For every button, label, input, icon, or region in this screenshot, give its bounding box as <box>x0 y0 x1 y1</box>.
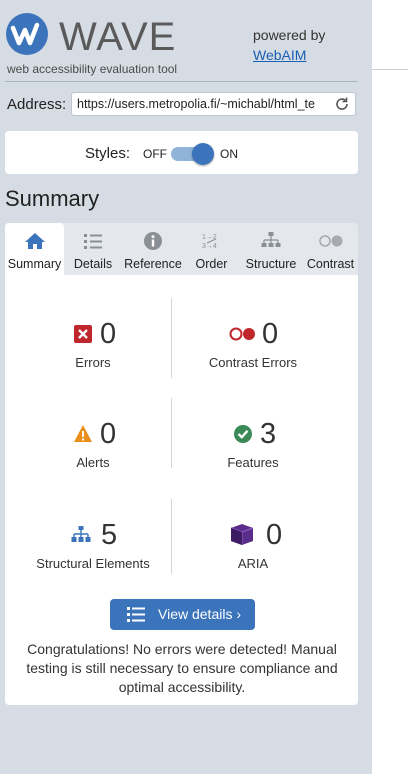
stat-divider <box>171 298 172 378</box>
powered-by-text: powered by <box>253 27 326 43</box>
list-icon <box>84 234 102 249</box>
address-url[interactable]: https://users.metropolia.fi/~michabl/htm… <box>77 97 329 111</box>
view-details-button[interactable]: View details › <box>110 599 255 630</box>
tab-order-label: Order <box>195 257 228 271</box>
features-count: 3 <box>260 418 277 450</box>
info-icon <box>144 232 162 250</box>
svg-text:3→4: 3→4 <box>202 243 217 250</box>
alerts-count: 0 <box>100 418 117 450</box>
styles-toggle-knob[interactable] <box>192 143 214 165</box>
congrats-message: Congratulations! No errors were detected… <box>26 641 338 695</box>
contrast-icon <box>318 235 342 247</box>
structure-icon <box>261 232 281 247</box>
page-divider <box>372 69 408 70</box>
feature-check-icon <box>234 425 252 443</box>
structural-count: 5 <box>101 519 118 551</box>
tab-contrast[interactable]: Contrast <box>303 223 358 275</box>
alert-icon <box>74 425 92 442</box>
tab-contrast-label: Contrast <box>306 257 355 271</box>
stat-divider <box>171 398 172 468</box>
list-icon <box>127 607 145 622</box>
header-divider <box>5 81 358 82</box>
summary-heading: Summary <box>5 186 100 211</box>
webaim-link[interactable]: WebAIM <box>253 47 306 63</box>
address-input[interactable]: https://users.metropolia.fi/~michabl/htm… <box>71 92 356 116</box>
contrast-errors-count: 0 <box>262 318 279 350</box>
tab-bar: Summary Details Reference 1→2 3→4 Order <box>5 223 358 275</box>
styles-label: Styles: <box>85 145 131 162</box>
tab-details-label: Details <box>73 257 113 271</box>
order-icon: 1→2 3→4 <box>202 234 217 250</box>
brand-title: WAVE <box>59 15 177 59</box>
styles-toggle-box: Styles: OFF ON <box>5 131 358 174</box>
styles-on-label: ON <box>220 147 238 161</box>
aria-cube-icon <box>230 524 254 545</box>
contrast-errors-label: Contrast Errors <box>208 355 298 370</box>
error-icon <box>74 325 92 343</box>
errors-count: 0 <box>100 318 117 350</box>
wave-logo-icon <box>6 13 48 55</box>
aria-count: 0 <box>266 519 283 551</box>
structural-label: Structural Elements <box>36 556 150 571</box>
aria-label: ARIA <box>237 556 269 571</box>
tab-details[interactable]: Details <box>64 223 122 275</box>
wave-sidebar-panel: WAVE web accessibility evaluation tool p… <box>0 0 372 774</box>
tab-summary[interactable]: Summary <box>5 223 64 275</box>
features-label: Features <box>227 455 279 470</box>
tab-reference-label: Reference <box>124 257 182 271</box>
styles-off-label: OFF <box>143 147 167 161</box>
tab-summary-label: Summary <box>7 257 62 271</box>
tab-structure-label: Structure <box>245 257 297 271</box>
structure-icon <box>71 526 91 542</box>
address-label: Address: <box>7 96 67 113</box>
contrast-error-icon <box>229 327 255 341</box>
reload-icon[interactable] <box>334 96 350 112</box>
brand-tagline: web accessibility evaluation tool <box>7 62 178 76</box>
tab-structure[interactable]: Structure <box>239 223 303 275</box>
home-icon <box>24 233 45 249</box>
tab-order[interactable]: 1→2 3→4 Order <box>184 223 239 275</box>
view-details-label: View details › <box>158 606 242 622</box>
stat-divider <box>171 499 172 574</box>
errors-label: Errors <box>75 355 111 370</box>
alerts-label: Alerts <box>76 455 110 470</box>
tab-reference[interactable]: Reference <box>122 223 184 275</box>
